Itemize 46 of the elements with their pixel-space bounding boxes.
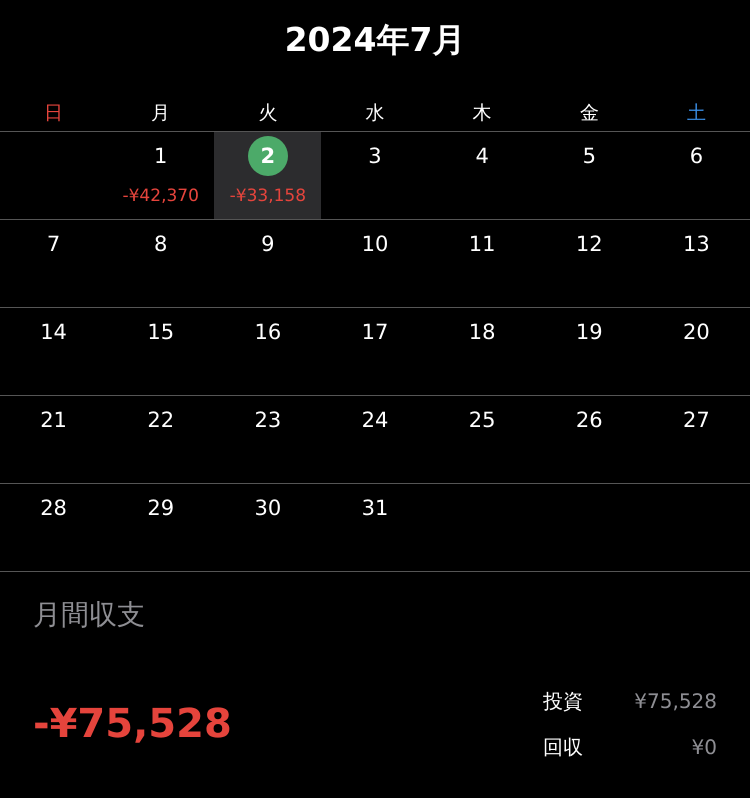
day-cell[interactable]: 11 (428, 220, 536, 307)
day-cell[interactable]: 31 (321, 484, 429, 571)
day-cell[interactable]: 1 -¥42,370 (107, 132, 214, 219)
day-cell[interactable]: 7 (0, 220, 108, 307)
day-cell[interactable]: 18 (428, 308, 536, 395)
day-cell[interactable]: 27 (642, 396, 750, 483)
day-cell[interactable]: 20 (642, 308, 750, 395)
day-cell[interactable]: 21 (0, 396, 108, 483)
breakdown-value: ¥75,528 (633, 688, 717, 715)
breakdown-value: ¥0 (690, 734, 717, 761)
day-cell[interactable]: 5 (536, 132, 643, 219)
weekday-label: 金 (580, 100, 599, 126)
day-cell[interactable]: 19 (536, 308, 643, 395)
weekday-label: 日 (44, 100, 64, 126)
day-cell[interactable]: 15 (107, 308, 214, 395)
total-amount: -¥75,528 (33, 700, 232, 749)
day-cell[interactable]: 10 (321, 220, 429, 307)
weekday-label: 木 (472, 100, 492, 126)
summary-title: 月間収支 (33, 598, 146, 632)
day-cell[interactable]: 14 (0, 308, 108, 395)
day-cell[interactable]: 12 (536, 220, 643, 307)
weekday-label: 月 (151, 100, 170, 126)
day-cell[interactable]: 30 (214, 484, 322, 571)
day-cell[interactable]: 4 (428, 132, 536, 219)
day-cell[interactable]: 29 (107, 484, 214, 571)
day-cell[interactable]: 22 (107, 396, 214, 483)
day-cell[interactable]: 3 (321, 132, 429, 219)
day-cell[interactable]: 25 (428, 396, 536, 483)
day-cell[interactable]: 23 (214, 396, 322, 483)
day-amount: -¥42,370 (122, 185, 199, 208)
day-cell[interactable]: 8 (107, 220, 214, 307)
weekday-label: 火 (258, 100, 278, 126)
day-amount: -¥33,158 (230, 185, 306, 208)
day-cell[interactable]: 17 (321, 308, 429, 395)
breakdown-label: 回収 (543, 734, 583, 761)
day-cell[interactable]: 24 (321, 396, 429, 483)
day-cell[interactable]: 13 (642, 220, 750, 307)
breakdown-label: 投資 (543, 688, 583, 715)
weekday-label: 水 (365, 100, 384, 126)
day-cell[interactable]: 9 (214, 220, 322, 307)
day-cell[interactable]: 16 (214, 308, 322, 395)
month-title: 2024年7月 (284, 19, 466, 61)
day-cell[interactable]: 28 (0, 484, 108, 571)
weekday-label: 土 (686, 100, 706, 126)
day-cell[interactable]: 26 (536, 396, 643, 483)
day-cell[interactable]: 6 (642, 132, 750, 219)
